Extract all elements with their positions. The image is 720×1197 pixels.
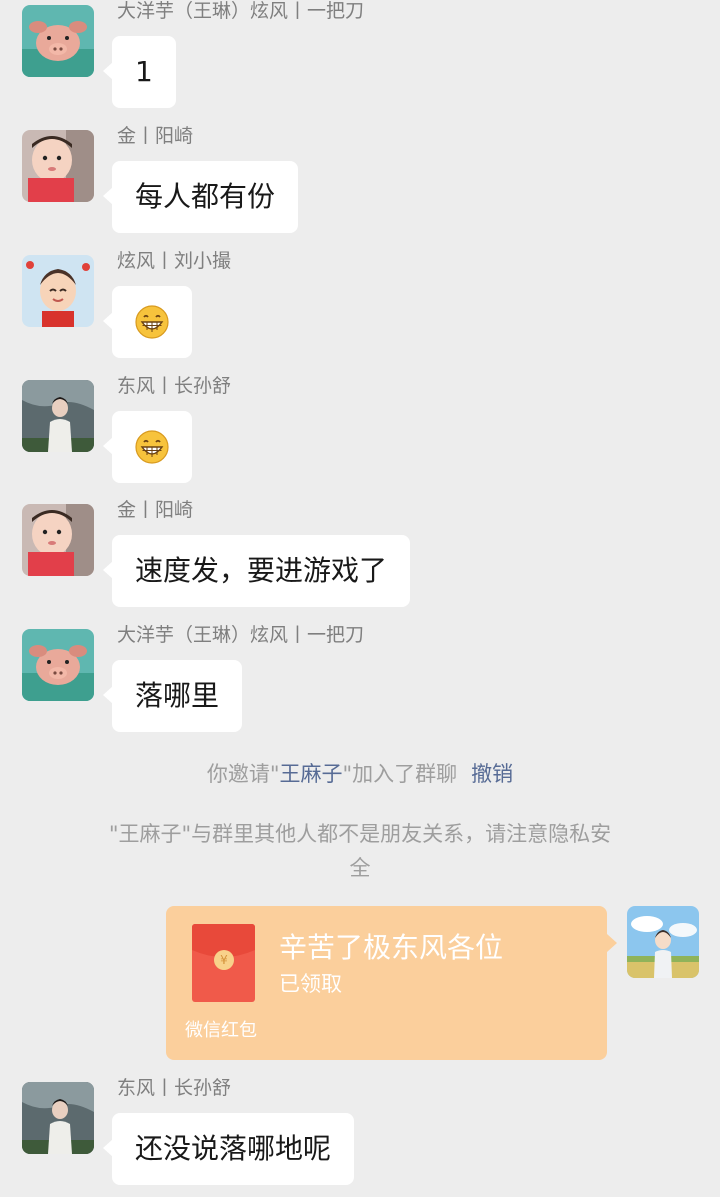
cartoon-boy-avatar[interactable] (22, 255, 94, 327)
message-bubble[interactable]: 还没说落哪地呢 (102, 1113, 355, 1185)
self-avatar[interactable] (627, 906, 699, 978)
message-bubble[interactable]: 落哪里 (102, 660, 243, 732)
man-portrait-avatar[interactable] (22, 380, 94, 452)
coin-icon: ¥ (214, 950, 234, 970)
privacy-warning-line: "王麻子"与群里其他人都不是朋友关系，请注意隐私安 (108, 822, 612, 846)
invite-notice: 你邀请"王麻子"加入了群聊 撤销 (40, 757, 680, 791)
baby-avatar[interactable] (22, 504, 94, 576)
red-envelope-icon: ¥ (192, 924, 255, 1002)
message-bubble[interactable] (103, 411, 192, 483)
pig-avatar[interactable] (22, 5, 94, 77)
privacy-warning: "王麻子"与群里其他人都不是朋友关系，请注意隐私安 全 (40, 817, 680, 885)
sender-name: 东风丨长孙舒 (117, 375, 232, 397)
invite-prefix: 你邀请" (206, 762, 280, 786)
red-packet-title: 辛苦了极东风各位 (279, 931, 504, 964)
red-packet-status: 已领取 (279, 972, 342, 996)
baby-avatar[interactable] (22, 130, 94, 202)
undo-invite-link[interactable]: 撤销 (471, 762, 513, 786)
sender-name: 东风丨长孙舒 (117, 1077, 232, 1099)
invited-user-link[interactable]: 王麻子 (280, 762, 343, 786)
grinning-emoji-icon (135, 430, 169, 464)
sender-name: 炫风丨刘小撮 (117, 250, 232, 272)
sender-name: 大洋芋（王琳）炫风丨一把刀 (117, 624, 365, 646)
message-bubble[interactable]: 速度发，要进游戏了 (102, 535, 411, 607)
message-bubble[interactable]: 1 (103, 36, 176, 108)
message-bubble[interactable]: 每人都有份 (102, 161, 299, 233)
message-bubble[interactable] (103, 286, 192, 358)
privacy-warning-line: 全 (349, 856, 371, 880)
man-portrait-avatar[interactable] (22, 1082, 94, 1154)
grinning-emoji-icon (135, 305, 169, 339)
invite-suffix: "加入了群聊 (342, 762, 458, 786)
sender-name: 大洋芋（王琳）炫风丨一把刀 (117, 0, 365, 22)
red-packet-card[interactable]: ¥ 辛苦了极东风各位 已领取 微信红包 (166, 906, 617, 1060)
sender-name: 金丨阳崎 (117, 125, 194, 147)
red-packet-footer: 微信红包 (185, 1020, 257, 1041)
sender-name: 金丨阳崎 (117, 499, 194, 521)
pig-avatar[interactable] (22, 629, 94, 701)
